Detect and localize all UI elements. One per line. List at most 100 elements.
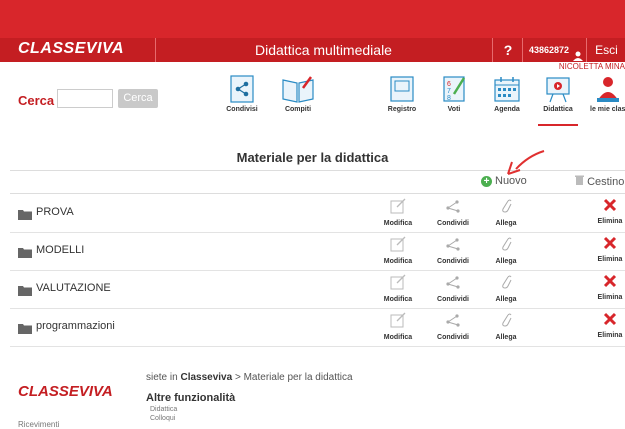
nav-didattica[interactable]: Didattica xyxy=(538,74,578,126)
calendar-icon xyxy=(494,77,520,102)
share-icon xyxy=(444,200,462,218)
username-label: NICOLETTA MINA xyxy=(558,62,625,71)
user-icon xyxy=(572,46,584,61)
top-bar xyxy=(0,0,625,38)
footer-link-colloqui[interactable]: Colloqui xyxy=(150,415,175,422)
delete-label: Elimina xyxy=(597,294,623,301)
share-button[interactable]: Condividi xyxy=(433,198,473,227)
folder-icon xyxy=(18,283,32,301)
edit-icon xyxy=(390,312,406,332)
share-icon xyxy=(444,276,462,294)
delete-icon xyxy=(603,198,617,216)
edit-label: Modifica xyxy=(383,334,413,341)
attach-label: Allega xyxy=(495,296,517,303)
paperclip-icon xyxy=(500,199,512,218)
help-button[interactable]: ? xyxy=(492,38,523,62)
nav-agenda[interactable]: Agenda xyxy=(487,74,527,124)
edit-button[interactable]: Modifica xyxy=(378,236,418,265)
nav-label: Voti xyxy=(447,106,461,113)
attach-button[interactable]: Allega xyxy=(486,312,526,341)
share-label: Condividi xyxy=(437,296,469,303)
folder-icon xyxy=(18,245,32,263)
nav-compiti[interactable]: Compiti xyxy=(276,74,320,124)
delete-button[interactable]: Elimina xyxy=(590,312,625,339)
nav-label: Condivisi xyxy=(226,106,258,113)
svg-text:7: 7 xyxy=(447,88,451,95)
footer-logo[interactable]: CLASSEVIVA xyxy=(18,383,113,400)
folder-name[interactable]: MODELLI xyxy=(36,244,84,256)
new-button[interactable]: + Nuovo xyxy=(481,175,527,187)
share-label: Condividi xyxy=(437,220,469,227)
folder-row[interactable]: VALUTAZIONE Modifica Condividi Allega Elimin… xyxy=(10,270,625,309)
user-code-button[interactable]: 43862872 xyxy=(522,38,586,62)
nav-label: Compiti xyxy=(284,106,312,113)
nav-le-mie-classi[interactable]: le mie clas xyxy=(590,74,625,124)
trash-label: Cestino xyxy=(587,176,625,188)
folder-row[interactable]: programmazioni Modifica Condividi Allega Eli… xyxy=(10,308,625,347)
share-icon xyxy=(444,238,462,256)
footer-truncated-text: Ricevimenti xyxy=(18,420,60,429)
share-button[interactable]: Condividi xyxy=(433,312,473,341)
app-logo[interactable]: CLASSEVIVA xyxy=(18,40,124,58)
attach-label: Allega xyxy=(495,334,517,341)
delete-button[interactable]: Elimina xyxy=(590,198,625,225)
attach-button[interactable]: Allega xyxy=(486,274,526,303)
share-label: Condividi xyxy=(437,334,469,341)
page-header-title: Didattica multimediale xyxy=(155,38,491,62)
book-icon xyxy=(282,76,314,103)
folder-icon xyxy=(18,207,32,225)
classes-icon xyxy=(596,77,619,102)
edit-button[interactable]: Modifica xyxy=(378,274,418,303)
edit-button[interactable]: Modifica xyxy=(378,198,418,227)
folder-name[interactable]: VALUTAZIONE xyxy=(36,282,111,294)
footer-link-didattica[interactable]: Didattica xyxy=(150,406,177,413)
nav-label: le mie clas xyxy=(590,106,625,113)
attach-label: Allega xyxy=(495,220,517,227)
grades-icon: 6 7 8 xyxy=(443,76,466,102)
delete-icon xyxy=(603,312,617,330)
paperclip-icon xyxy=(500,275,512,294)
edit-button[interactable]: Modifica xyxy=(378,312,418,341)
folder-row[interactable]: MODELLI Modifica Condividi Allega Elimina xyxy=(10,232,625,271)
edit-label: Modifica xyxy=(383,220,413,227)
share-button[interactable]: Condividi xyxy=(433,274,473,303)
edit-icon xyxy=(390,236,406,256)
nav-label: Registro xyxy=(387,106,417,113)
plus-icon: + xyxy=(481,176,492,187)
teaching-icon xyxy=(546,77,570,103)
breadcrumb-app[interactable]: Classeviva xyxy=(180,372,232,383)
share-label: Condividi xyxy=(437,258,469,265)
nav-condivisi[interactable]: Condivisi xyxy=(220,74,264,124)
edit-icon xyxy=(390,274,406,294)
annotation-arrow-icon xyxy=(507,150,545,175)
delete-button[interactable]: Elimina xyxy=(590,236,625,263)
paperclip-icon xyxy=(500,237,512,256)
altre-funzionalita-title: Altre funzionalità xyxy=(146,392,236,404)
folder-row[interactable]: PROVA Modifica Condividi Allega Elimina xyxy=(10,194,625,233)
breadcrumb: siete in Classeviva > Materiale per la d… xyxy=(146,372,353,383)
share-icon xyxy=(444,314,462,332)
trash-button[interactable]: Cestino xyxy=(575,175,624,188)
paperclip-icon xyxy=(500,313,512,332)
delete-button[interactable]: Elimina xyxy=(590,274,625,301)
search-button[interactable]: Cerca xyxy=(118,89,158,108)
folder-name[interactable]: programmazioni xyxy=(36,320,115,332)
svg-text:6: 6 xyxy=(447,81,451,88)
svg-text:8: 8 xyxy=(447,95,451,102)
search-input[interactable] xyxy=(57,89,113,108)
logout-button[interactable]: Esci xyxy=(586,38,625,62)
delete-icon xyxy=(603,274,617,292)
delete-label: Elimina xyxy=(597,256,623,263)
edit-label: Modifica xyxy=(383,296,413,303)
register-icon xyxy=(390,76,414,102)
nav-voti[interactable]: 6 7 8 Voti xyxy=(434,74,474,124)
new-label: Nuovo xyxy=(495,175,527,187)
breadcrumb-page: Materiale per la didattica xyxy=(243,372,353,383)
share-button[interactable]: Condividi xyxy=(433,236,473,265)
attach-button[interactable]: Allega xyxy=(486,236,526,265)
attach-button[interactable]: Allega xyxy=(486,198,526,227)
nav-label: Agenda xyxy=(494,106,520,113)
nav-registro[interactable]: Registro xyxy=(380,74,424,124)
folder-icon xyxy=(18,321,32,339)
folder-name[interactable]: PROVA xyxy=(36,206,74,218)
